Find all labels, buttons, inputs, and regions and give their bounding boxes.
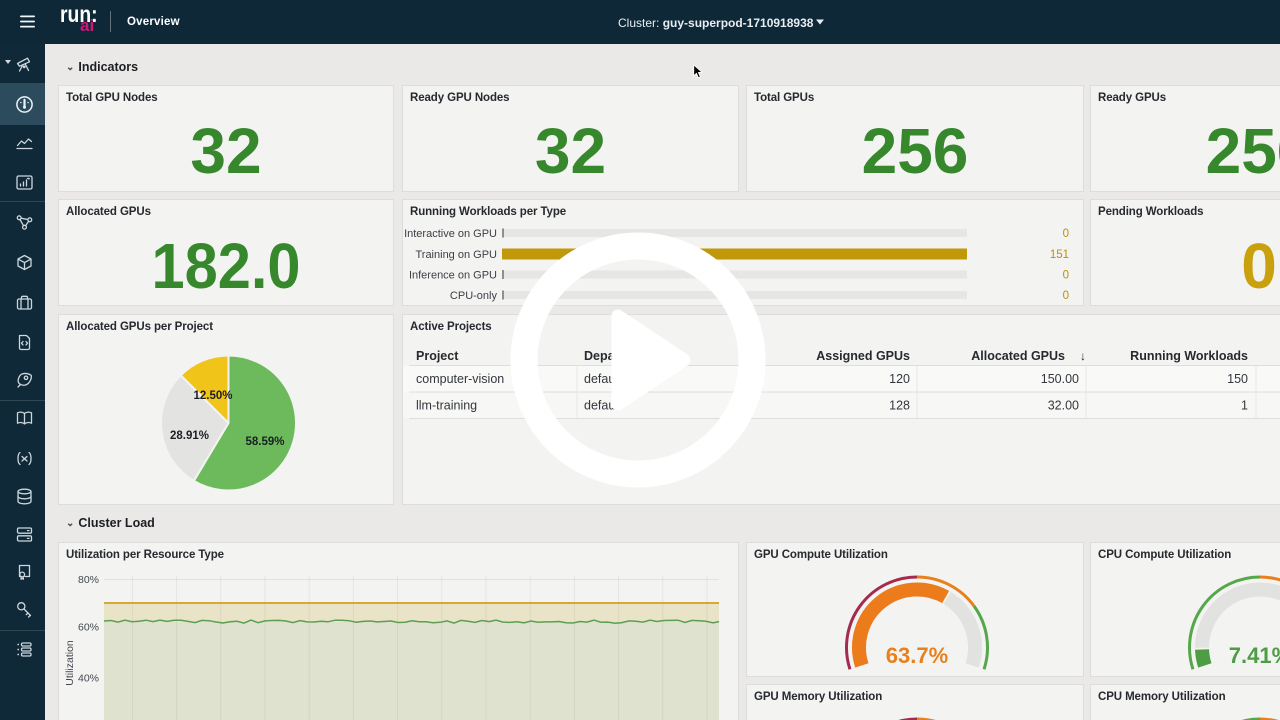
svg-text:7.41%: 7.41% [1229, 643, 1280, 668]
svg-text:58.59%: 58.59% [245, 436, 284, 448]
svg-text:llm-training: llm-training [416, 399, 477, 413]
svg-text:0: 0 [1063, 270, 1069, 282]
svg-text:32.00: 32.00 [1048, 399, 1079, 413]
svg-text:150.00: 150.00 [1041, 372, 1079, 386]
svg-text:0: 0 [1063, 290, 1069, 302]
svg-text:↓: ↓ [1080, 349, 1086, 363]
svg-text:Inference on GPU: Inference on GPU [409, 270, 497, 282]
svg-text:80%: 80% [78, 574, 99, 586]
svg-text:12.50%: 12.50% [193, 390, 232, 402]
svg-text:63.7%: 63.7% [886, 643, 948, 668]
svg-text:Training on GPU: Training on GPU [415, 249, 497, 261]
svg-text:Allocated GPUs: Allocated GPUs [971, 349, 1065, 363]
svg-text:Utilization: Utilization [64, 640, 76, 686]
svg-text:28.91%: 28.91% [170, 430, 209, 442]
svg-text:120: 120 [889, 372, 910, 386]
svg-text:150: 150 [1227, 372, 1248, 386]
svg-text:60%: 60% [78, 622, 99, 634]
svg-text:Interactive on GPU: Interactive on GPU [404, 228, 497, 240]
svg-text:Project: Project [416, 349, 459, 363]
svg-text:151: 151 [1050, 249, 1069, 261]
svg-text:128: 128 [889, 399, 910, 413]
svg-text:computer-vision: computer-vision [416, 372, 504, 386]
svg-text:0: 0 [1063, 228, 1069, 240]
svg-text:Running Workloads: Running Workloads [1130, 349, 1248, 363]
svg-text:1: 1 [1241, 399, 1248, 413]
svg-text:40%: 40% [78, 673, 99, 685]
svg-text:CPU-only: CPU-only [450, 290, 498, 302]
svg-text:Assigned GPUs: Assigned GPUs [816, 349, 910, 363]
